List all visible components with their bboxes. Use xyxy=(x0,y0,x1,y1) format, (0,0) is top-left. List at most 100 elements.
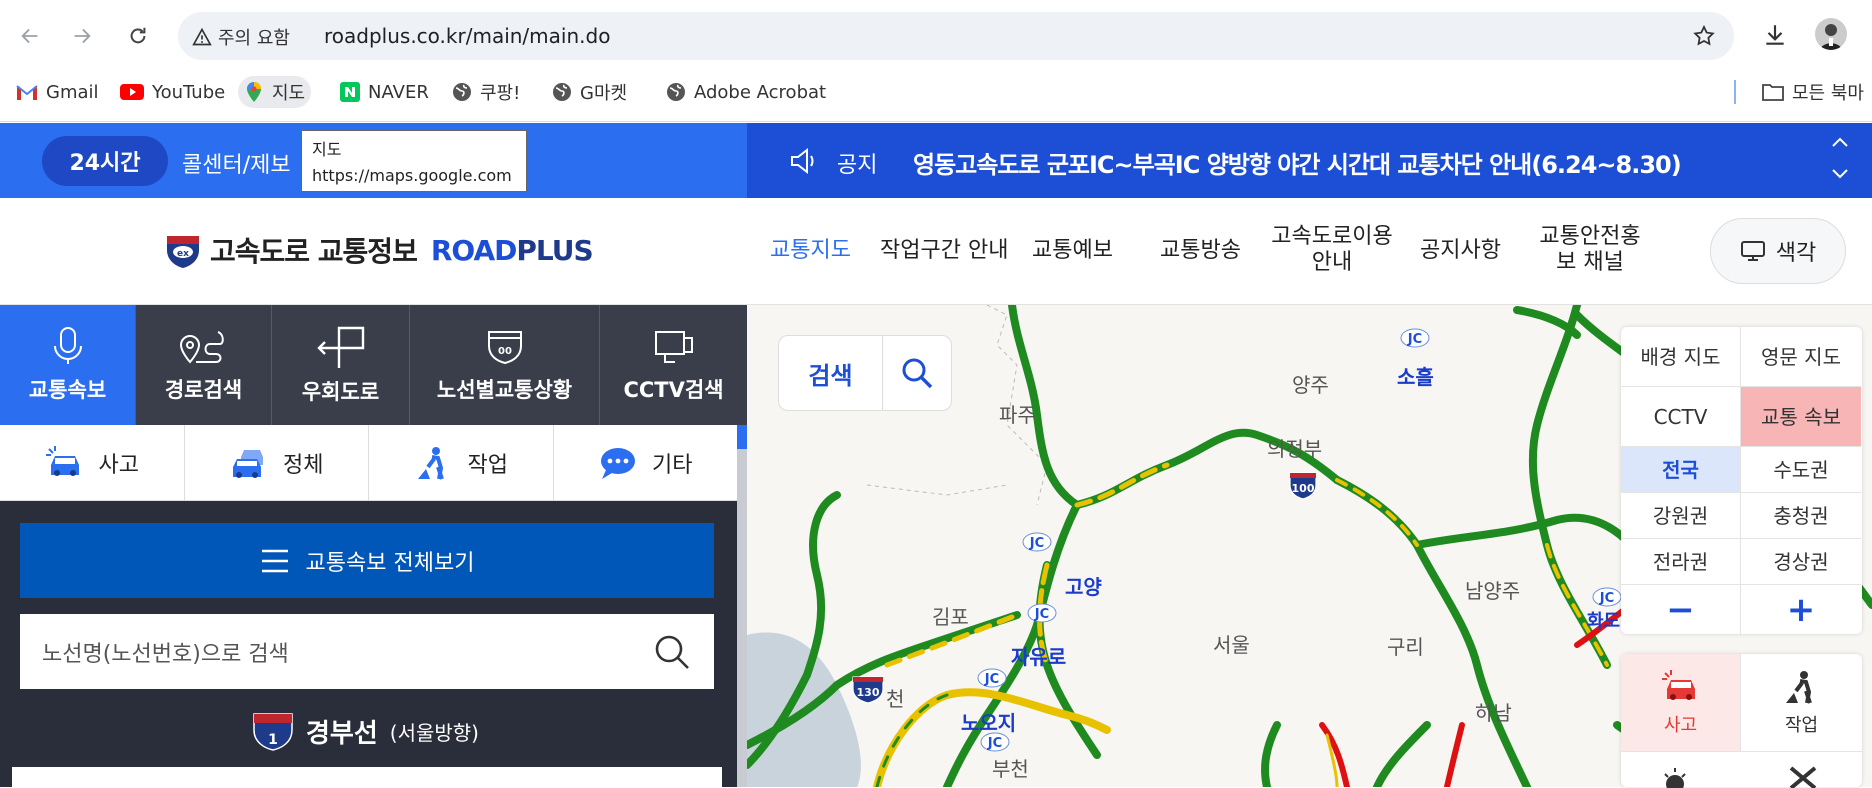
security-warning[interactable]: 주의 요함 xyxy=(192,24,290,50)
naver-icon xyxy=(340,82,360,102)
bookmark-gmarket[interactable]: G마켓 xyxy=(546,76,633,108)
chevron-down-icon[interactable] xyxy=(1830,167,1850,181)
menu-highway-guide[interactable]: 고속도로이용 안내 xyxy=(1270,224,1394,276)
region-gangwon[interactable]: 강원권 xyxy=(1621,493,1741,539)
search-icon[interactable] xyxy=(883,336,951,410)
color-vision-button[interactable]: 색각 xyxy=(1710,218,1846,284)
menu-work-zone[interactable]: 작업구간 안내 xyxy=(880,238,1008,264)
bookmark-label: 모든 북마 xyxy=(1792,83,1864,104)
notice-text[interactable]: 영동고속도로 군포IC~부곡IC 양방향 야간 시간대 교통차단 안내(6.24… xyxy=(913,145,1682,180)
route-search-input[interactable]: 노선명(노선번호)으로 검색 xyxy=(20,614,714,689)
map-search-box[interactable]: 검색 xyxy=(778,335,952,411)
menu-traffic-forecast[interactable]: 교통예보 xyxy=(1032,238,1113,264)
filter-other[interactable]: 기타 xyxy=(554,425,738,500)
bookmark-maps[interactable]: 지도 xyxy=(238,76,312,108)
scrollbar-thumb[interactable] xyxy=(737,425,747,449)
bookmark-label: G마켓 xyxy=(580,83,628,104)
download-icon[interactable] xyxy=(1762,22,1788,48)
star-icon[interactable] xyxy=(1692,24,1716,48)
site-logo[interactable]: ex 고속도로 교통정보 ROADPLUS xyxy=(164,230,594,270)
tab-cctv-search[interactable]: CCTV검색 xyxy=(600,305,747,425)
region-gyeongsang[interactable]: 경상권 xyxy=(1741,539,1861,585)
tab-route-status[interactable]: 00 노선별교통상황 xyxy=(410,305,600,425)
tab-label: 경로검색 xyxy=(164,378,243,402)
map-filter-controls: 사고 작업 xyxy=(1621,654,1862,788)
search-icon[interactable] xyxy=(652,632,692,672)
bookmark-label: Gmail xyxy=(46,81,99,103)
bookmark-coupang[interactable]: 쿠팡! xyxy=(446,76,526,108)
tab-detour[interactable]: 우회도로 xyxy=(272,305,410,425)
bookmark-label: Adobe Acrobat xyxy=(694,81,827,103)
road-congested-segment xyxy=(1444,722,1465,787)
24h-badge[interactable]: 24시간 xyxy=(42,136,168,186)
zoom-out-button[interactable]: − xyxy=(1621,585,1741,634)
region-nationwide[interactable]: 전국 xyxy=(1621,447,1741,493)
filter-congestion[interactable]: 정체 xyxy=(185,425,369,500)
address-bar[interactable]: 주의 요함 roadplus.co.kr/main/main.do xyxy=(178,12,1734,60)
callcenter-link[interactable]: 콜센터/제보 xyxy=(182,147,291,179)
url-text[interactable]: roadplus.co.kr/main/main.do xyxy=(324,24,610,48)
bookmark-gmail[interactable]: Gmail xyxy=(10,76,105,108)
zoom-in-button[interactable]: + xyxy=(1741,585,1861,634)
all-bookmarks-button[interactable]: 모든 북마 xyxy=(1756,76,1870,108)
road-segment xyxy=(1261,721,1281,787)
traffic-news-layer-button[interactable]: 교통 속보 xyxy=(1741,387,1861,447)
bookmarks-divider xyxy=(1734,80,1736,104)
map-label-cheon: 천 xyxy=(886,687,905,711)
chevron-up-icon[interactable] xyxy=(1830,135,1850,149)
tools-icon[interactable] xyxy=(1785,766,1821,788)
bookmark-label: YouTube xyxy=(152,81,226,103)
tab-traffic-news[interactable]: 교통속보 xyxy=(0,305,136,425)
english-map-button[interactable]: 영문 지도 xyxy=(1741,327,1861,387)
svg-text:00: 00 xyxy=(498,346,512,357)
filter-label: 작업 xyxy=(467,452,508,478)
route-card xyxy=(12,767,722,787)
panel-scrollbar[interactable] xyxy=(737,425,747,787)
security-label: 주의 요함 xyxy=(218,28,290,49)
menu-traffic-map[interactable]: 교통지도 xyxy=(770,238,851,264)
filter-work[interactable]: 작업 xyxy=(369,425,554,500)
map-search-label[interactable]: 검색 xyxy=(779,336,883,410)
forward-icon[interactable] xyxy=(64,18,100,54)
logo-text: 고속도로 교통정보 xyxy=(210,235,418,268)
filter-label: 작업 xyxy=(1784,714,1819,736)
reload-icon[interactable] xyxy=(120,18,156,54)
traffic-jam-icon xyxy=(233,449,263,478)
map-controls: 배경 지도 영문 지도 CCTV 교통 속보 전국 수도권 강원권 충청권 전라… xyxy=(1621,327,1862,634)
base-map-button[interactable]: 배경 지도 xyxy=(1621,327,1741,387)
region-chungcheong[interactable]: 충청권 xyxy=(1741,493,1861,539)
highway-shield-icon: 00 xyxy=(487,331,522,365)
all-traffic-news-button[interactable]: 교통속보 전체보기 xyxy=(20,523,714,598)
globe-icon xyxy=(553,83,571,101)
map-label-jayuro: 자유로 xyxy=(1011,645,1067,669)
detour-sign-icon xyxy=(316,326,364,368)
jc-label: JC xyxy=(984,672,999,687)
globe-icon xyxy=(667,83,685,101)
bookmark-adobe-acrobat[interactable]: Adobe Acrobat xyxy=(660,76,832,108)
filter-accident[interactable]: 사고 xyxy=(0,425,185,500)
profile-avatar[interactable] xyxy=(1815,18,1847,50)
youtube-icon xyxy=(120,84,144,100)
menu-traffic-broadcast[interactable]: 교통방송 xyxy=(1160,238,1241,264)
menu-safety-channel[interactable]: 교통안전홍보 채널 xyxy=(1530,224,1650,276)
speech-bubble-icon xyxy=(601,447,635,479)
bookmark-youtube[interactable]: YouTube xyxy=(114,76,231,108)
tab-route-search[interactable]: 경로검색 xyxy=(136,305,272,425)
menu-notice[interactable]: 공지사항 xyxy=(1420,238,1501,264)
map-filter-work[interactable]: 작업 xyxy=(1741,654,1862,752)
monitor-icon xyxy=(1740,241,1765,261)
menu-icon xyxy=(261,549,288,572)
filter-label: 사고 xyxy=(1663,714,1698,736)
road-segment xyxy=(1373,721,1431,787)
map-label-paju: 파주 xyxy=(999,403,1036,427)
map-filter-accident[interactable]: 사고 xyxy=(1621,654,1741,752)
road-segment xyxy=(1413,513,1651,569)
region-jeolla[interactable]: 전라권 xyxy=(1621,539,1741,585)
region-capital[interactable]: 수도권 xyxy=(1741,447,1861,493)
weather-icon[interactable] xyxy=(1661,766,1697,788)
route-title: 1 경부선 (서울방향) xyxy=(252,710,479,752)
cctv-layer-button[interactable]: CCTV xyxy=(1621,387,1741,447)
back-icon[interactable] xyxy=(12,18,48,54)
bookmark-naver[interactable]: NAVER xyxy=(334,76,435,108)
filter-label: 정체 xyxy=(283,452,324,478)
